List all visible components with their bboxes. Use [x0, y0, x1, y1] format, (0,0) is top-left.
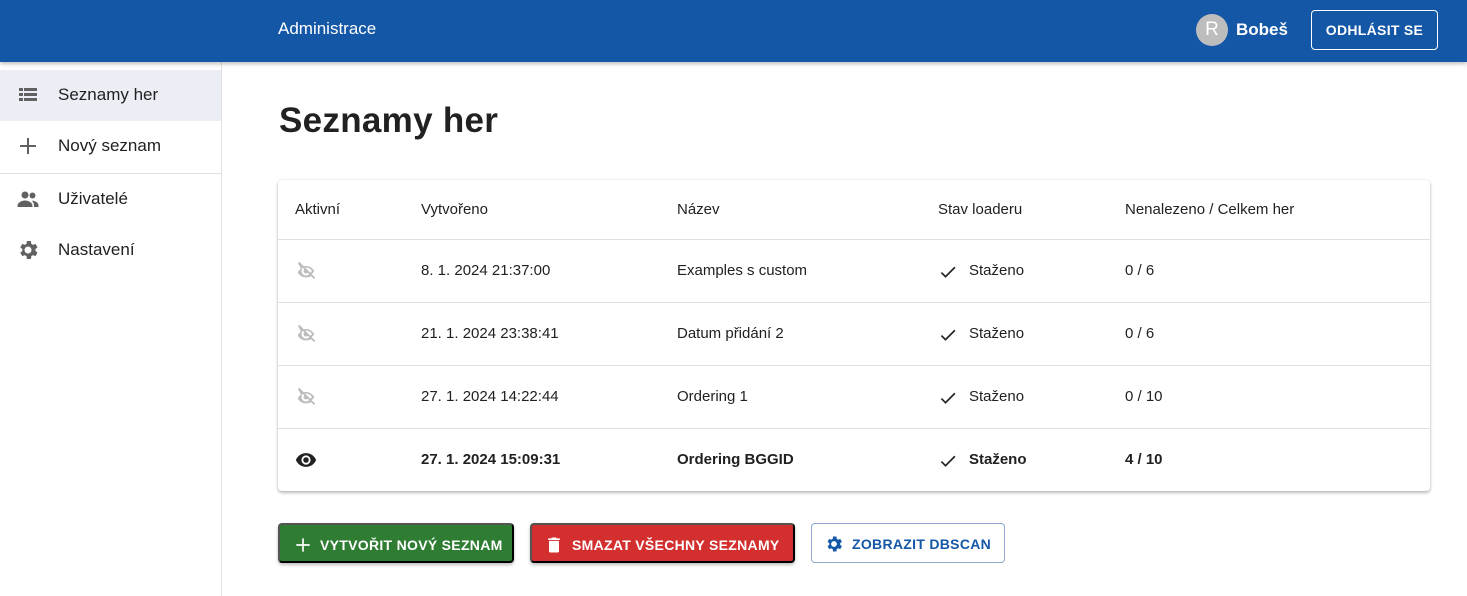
name-cell: Examples s custom [677, 262, 808, 279]
gear-icon [827, 536, 842, 552]
status-cell: Staženo [969, 451, 1027, 468]
eye-off-icon[interactable] [295, 323, 317, 345]
check-icon [940, 266, 956, 278]
name-cell: Datum přidání 2 [677, 325, 784, 342]
name-cell: Ordering 1 [677, 388, 748, 405]
header-counts: Nenalezeno / Celkem her [1125, 201, 1295, 218]
counts-cell: 0 / 6 [1125, 325, 1155, 342]
table-row[interactable]: 27. 1. 2024 14:22:44 Ordering 1 Staženo … [278, 366, 1430, 429]
eye-off-icon[interactable] [295, 386, 317, 408]
status-cell: Staženo [969, 325, 1025, 342]
name-cell: Ordering BGGID [677, 451, 794, 468]
username[interactable]: Bobeš [1236, 20, 1288, 40]
game-lists-table: Aktivní Vytvořeno Název Stav loaderu Nen… [278, 180, 1430, 491]
create-list-label: VYTVOŘIT NOVÝ SEZNAM [320, 537, 503, 553]
header-active: Aktivní [295, 201, 341, 218]
counts-cell: 4 / 10 [1125, 451, 1163, 468]
header-created: Vytvořeno [421, 201, 488, 218]
table-header: Aktivní Vytvořeno Název Stav loaderu Nen… [278, 180, 1430, 240]
page-title: Seznamy her [279, 101, 499, 140]
created-cell: 27. 1. 2024 14:22:44 [421, 388, 559, 405]
counts-cell: 0 / 10 [1125, 388, 1163, 405]
people-icon [17, 191, 39, 207]
table-row[interactable]: 21. 1. 2024 23:38:41 Datum přidání 2 Sta… [278, 303, 1430, 366]
app-bar: Administrace R Bobeš ODHLÁSIT SE [0, 0, 1467, 62]
delete-all-lists-button[interactable]: SMAZAT VŠECHNY SEZNAMY [530, 523, 795, 563]
header-loader-status: Stav loaderu [938, 201, 1023, 218]
created-cell: 27. 1. 2024 15:09:31 [421, 451, 561, 468]
sidebar-item-label: Nastavení [58, 240, 135, 259]
check-icon [940, 392, 956, 404]
sidebar-item-label: Seznamy her [58, 85, 159, 104]
sidebar-item-game-lists[interactable]: Seznamy her [0, 70, 221, 121]
status-cell: Staženo [969, 388, 1025, 405]
gear-icon [20, 241, 38, 259]
created-cell: 8. 1. 2024 21:37:00 [421, 262, 551, 279]
table-row[interactable]: 8. 1. 2024 21:37:00 Examples s custom St… [278, 240, 1430, 303]
show-dbscan-button[interactable]: ZOBRAZIT DBSCAN [811, 523, 1005, 563]
sidebar: Seznamy her Nový seznam Uživatelé Nastav… [0, 62, 222, 596]
header-name: Název [677, 201, 720, 218]
sidebar-item-new-list[interactable]: Nový seznam [0, 121, 221, 172]
sidebar-item-label: Uživatelé [58, 189, 128, 208]
status-cell: Staženo [969, 262, 1025, 279]
plus-icon [20, 138, 36, 154]
logout-button[interactable]: ODHLÁSIT SE [1311, 10, 1438, 50]
sidebar-item-label: Nový seznam [58, 136, 161, 155]
avatar[interactable]: R [1196, 14, 1228, 46]
sidebar-item-users[interactable]: Uživatelé [0, 174, 221, 225]
counts-cell: 0 / 6 [1125, 262, 1155, 279]
delete-all-lists-label: SMAZAT VŠECHNY SEZNAMY [572, 537, 780, 553]
check-icon [940, 455, 956, 467]
eye-off-icon[interactable] [295, 260, 317, 282]
plus-icon [296, 538, 310, 552]
check-icon [940, 329, 956, 341]
trash-icon [548, 537, 560, 553]
show-dbscan-label: ZOBRAZIT DBSCAN [852, 536, 992, 552]
sidebar-item-settings[interactable]: Nastavení [0, 225, 221, 276]
eye-icon[interactable] [295, 449, 317, 471]
create-list-button[interactable]: VYTVOŘIT NOVÝ SEZNAM [278, 523, 514, 563]
list-icon [19, 88, 37, 101]
table-row-active[interactable]: 27. 1. 2024 15:09:31 Ordering BGGID Staž… [278, 429, 1430, 492]
app-title[interactable]: Administrace [278, 19, 376, 39]
created-cell: 21. 1. 2024 23:38:41 [421, 325, 559, 342]
